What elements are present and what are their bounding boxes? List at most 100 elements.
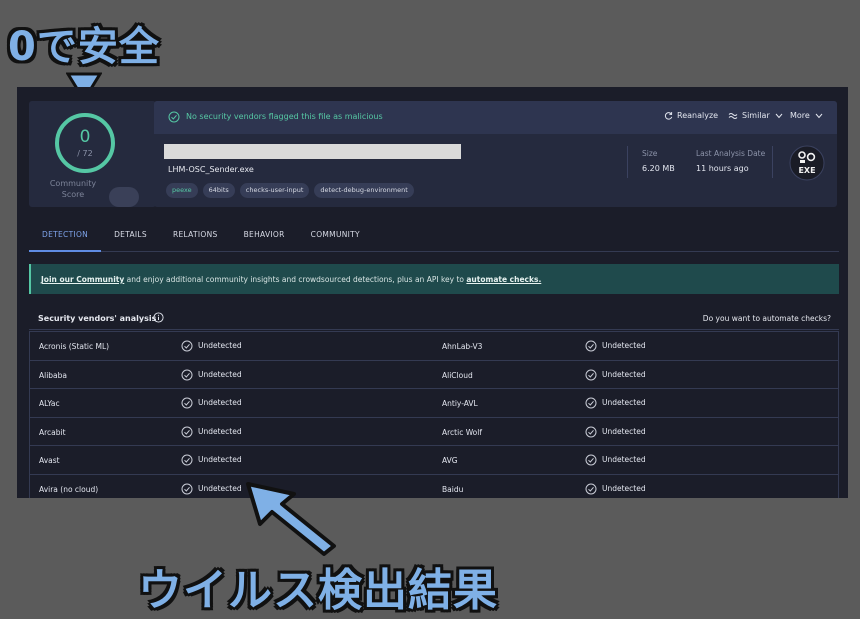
chevron-down-icon bbox=[816, 113, 823, 118]
info-icon[interactable] bbox=[153, 312, 164, 323]
analysis-date-value: 11 hours ago bbox=[696, 164, 749, 173]
vendor-name: Avast bbox=[39, 456, 60, 466]
reanalyze-button[interactable]: Reanalyze bbox=[664, 111, 718, 120]
check-circle-icon bbox=[181, 340, 193, 352]
vendor-table: Acronis (Static ML) Undetected AhnLab-V3… bbox=[29, 331, 839, 498]
status-label: Undetected bbox=[602, 455, 646, 465]
refresh-icon bbox=[664, 112, 673, 120]
vendor-status: Undetected bbox=[181, 397, 242, 409]
table-row: ALYac Undetected Antiy-AVL Undetected bbox=[30, 389, 838, 418]
tab-details[interactable]: DETAILS bbox=[101, 226, 160, 250]
vendors-header: Security vendors' analysis Do you want t… bbox=[29, 307, 839, 330]
vendor-status: Undetected bbox=[585, 340, 646, 352]
exe-file-icon: EXE bbox=[789, 145, 825, 181]
similar-dropdown[interactable]: Similar bbox=[728, 111, 783, 120]
tab-relations[interactable]: RELATIONS bbox=[160, 226, 231, 250]
status-label: Undetected bbox=[602, 369, 646, 379]
status-message: No security vendors flagged this file as… bbox=[186, 112, 383, 121]
tag[interactable]: detect-debug-environment bbox=[314, 183, 414, 198]
vendor-status: Undetected bbox=[181, 426, 242, 438]
reanalyze-label: Reanalyze bbox=[677, 111, 719, 120]
status-bar: No security vendors flagged this file as… bbox=[154, 101, 837, 134]
table-row: Alibaba Undetected AliCloud Undetected bbox=[30, 361, 838, 390]
tag[interactable]: peexe bbox=[166, 183, 198, 198]
vendor-name: Alibaba bbox=[39, 370, 68, 380]
size-value: 6.20 MB bbox=[642, 164, 675, 173]
annotation-safe-label: 0で安全 bbox=[8, 24, 160, 70]
score-total: / 72 bbox=[77, 149, 93, 158]
check-circle-icon bbox=[585, 340, 597, 352]
vendor-status: Undetected bbox=[585, 369, 646, 381]
automate-checks-question[interactable]: Do you want to automate checks? bbox=[703, 314, 831, 323]
file-name: LHM-OSC_Sender.exe bbox=[168, 165, 254, 174]
vendor-name: AhnLab-V3 bbox=[442, 342, 483, 351]
status-label: Undetected bbox=[602, 341, 646, 350]
table-row: Avast Undetected AVG Undetected bbox=[30, 446, 838, 475]
vendor-status: Undetected bbox=[585, 426, 646, 438]
automate-checks-link[interactable]: automate checks. bbox=[466, 275, 541, 284]
vendor-status: Undetected bbox=[181, 454, 242, 466]
table-row: Arcabit Undetected Arctic Wolf Undetecte… bbox=[30, 418, 838, 447]
vendor-name: Arcabit bbox=[39, 427, 66, 437]
divider bbox=[772, 146, 773, 178]
vendor-name: Acronis (Static ML) bbox=[39, 342, 110, 351]
status-label: Undetected bbox=[198, 369, 242, 379]
annotation-detection-result: ウイルス検出結果 bbox=[138, 565, 498, 616]
status-label: Undetected bbox=[602, 398, 646, 408]
file-info-card: No security vendors flagged this file as… bbox=[154, 101, 837, 207]
virustotal-panel: 0 / 72 Community Score No security vendo… bbox=[17, 87, 848, 498]
vendor-name: ALYac bbox=[39, 399, 60, 409]
check-circle-icon bbox=[585, 397, 597, 409]
join-community-link[interactable]: Join our Community bbox=[41, 275, 124, 284]
status-label: Undetected bbox=[198, 398, 242, 408]
check-circle-icon bbox=[585, 369, 597, 381]
check-circle-icon bbox=[181, 483, 193, 495]
vendor-name: AVG bbox=[442, 456, 458, 466]
tab-community[interactable]: COMMUNITY bbox=[298, 226, 373, 250]
analysis-date-label: Last Analysis Date bbox=[696, 149, 766, 158]
status-label: Undetected bbox=[602, 426, 646, 436]
tag-list: peexe 64bits checks-user-input detect-de… bbox=[166, 183, 414, 198]
community-score-label: Community Score bbox=[49, 179, 97, 199]
vendor-name: Arctic Wolf bbox=[442, 427, 482, 437]
status-label: Undetected bbox=[198, 455, 242, 465]
banner-text: Join our Community and enjoy additional … bbox=[41, 275, 541, 284]
status-label: Undetected bbox=[602, 483, 646, 493]
banner-middle-text: and enjoy additional community insights … bbox=[124, 275, 467, 284]
check-circle-icon bbox=[585, 454, 597, 466]
check-circle-icon bbox=[181, 397, 193, 409]
vendor-name: Antiy-AVL bbox=[442, 399, 478, 409]
tab-detection[interactable]: DETECTION bbox=[29, 226, 102, 252]
similar-icon bbox=[728, 112, 738, 119]
check-circle-icon bbox=[585, 483, 597, 495]
community-score-badge[interactable] bbox=[109, 187, 139, 207]
tab-behavior[interactable]: BEHAVIOR bbox=[231, 226, 298, 250]
vendors-title: Security vendors' analysis bbox=[38, 314, 157, 323]
vendor-name: AliCloud bbox=[442, 370, 473, 380]
tag[interactable]: checks-user-input bbox=[239, 183, 310, 198]
redacted-hash bbox=[164, 144, 461, 159]
check-circle-icon bbox=[181, 426, 193, 438]
status-label: Undetected bbox=[198, 426, 242, 436]
tab-bar: DETECTION DETAILS RELATIONS BEHAVIOR COM… bbox=[29, 226, 839, 252]
vendor-status: Undetected bbox=[585, 397, 646, 409]
more-label: More bbox=[790, 111, 810, 120]
file-type-text: EXE bbox=[798, 166, 815, 175]
table-row: Avira (no cloud) Undetected Baidu Undete… bbox=[30, 475, 838, 498]
check-circle-icon bbox=[168, 111, 180, 123]
tag[interactable]: 64bits bbox=[202, 183, 235, 198]
more-dropdown[interactable]: More bbox=[790, 111, 823, 120]
vendor-name: Avira (no cloud) bbox=[39, 484, 99, 494]
community-banner: Join our Community and enjoy additional … bbox=[29, 264, 839, 294]
table-row: Acronis (Static ML) Undetected AhnLab-V3… bbox=[30, 332, 838, 361]
check-circle-icon bbox=[181, 369, 193, 381]
size-label: Size bbox=[642, 149, 658, 158]
divider bbox=[627, 146, 628, 178]
vendor-status: Undetected bbox=[181, 483, 242, 495]
detection-score: 0 bbox=[79, 127, 91, 147]
check-circle-icon bbox=[585, 426, 597, 438]
check-circle-icon bbox=[181, 454, 193, 466]
score-card: 0 / 72 Community Score bbox=[29, 101, 156, 207]
vendor-status: Undetected bbox=[181, 340, 242, 352]
vendor-name: Baidu bbox=[442, 484, 464, 494]
